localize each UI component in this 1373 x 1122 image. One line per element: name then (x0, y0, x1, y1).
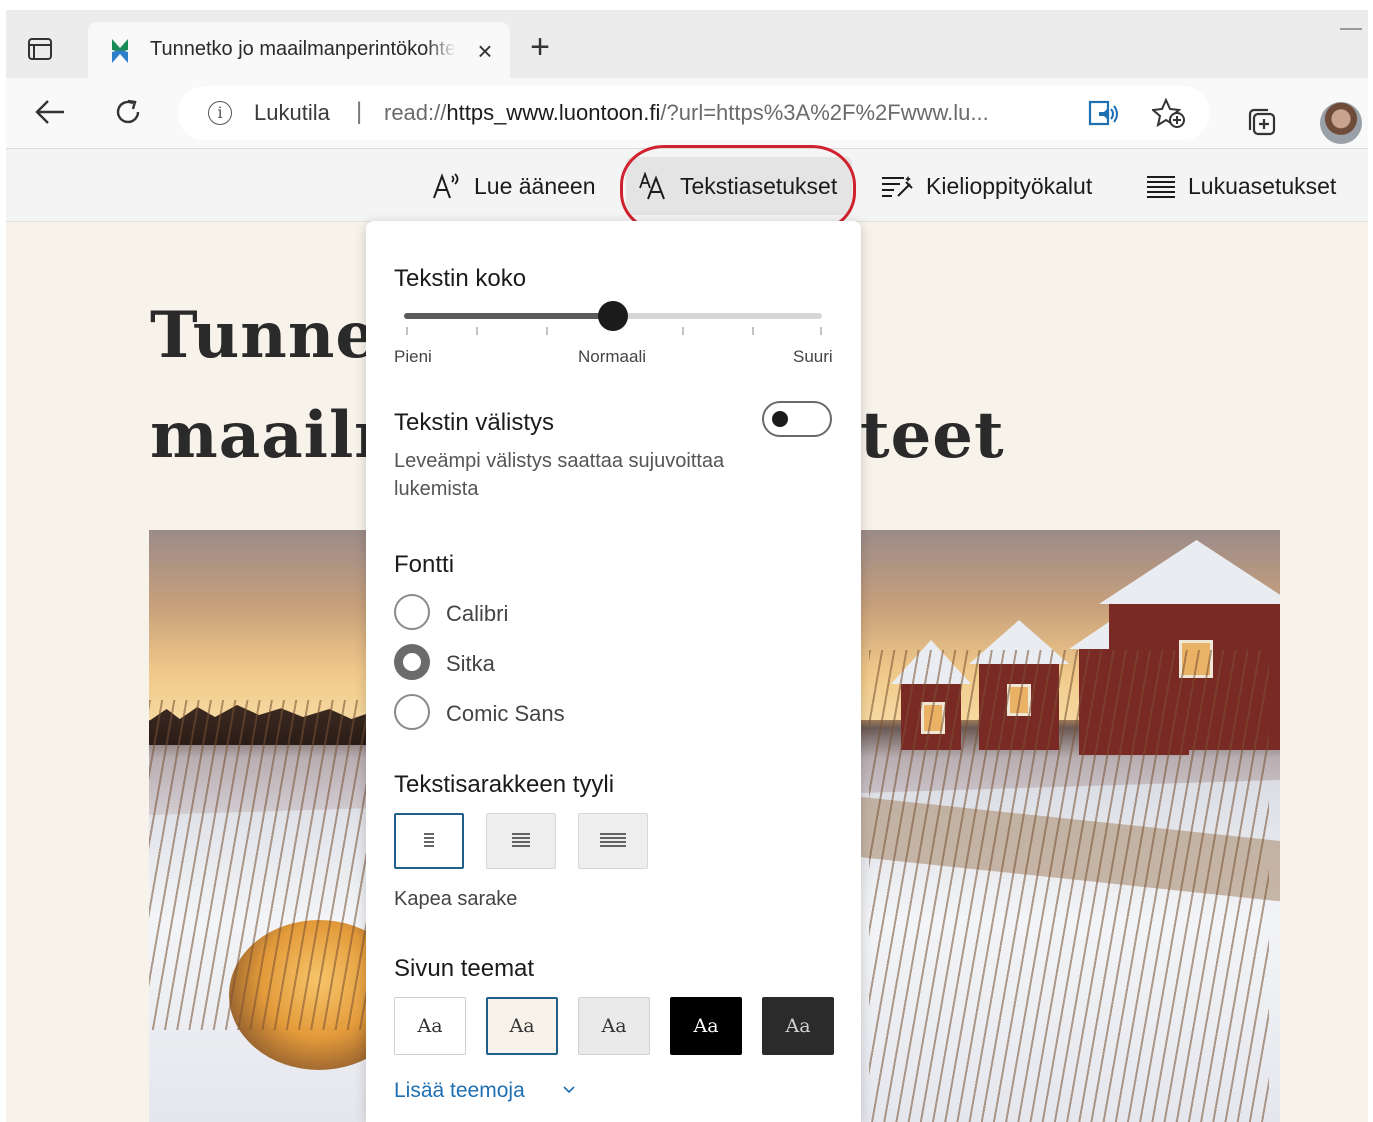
new-tab-icon[interactable]: + (524, 30, 556, 64)
more-themes-link[interactable]: Lisää teemoja (394, 1079, 525, 1103)
font-radio-comic-sans[interactable] (394, 694, 430, 730)
headline-line-2-end: teet (860, 398, 1005, 473)
tab-actions-icon[interactable] (28, 38, 52, 60)
info-icon[interactable]: i (208, 101, 232, 125)
text-spacing-description: Leveämpi välistys saattaa sujuvoittaa lu… (394, 450, 725, 500)
grammar-tools-icon (882, 176, 913, 197)
wide-column-icon (600, 833, 626, 847)
annotation-highlight-ring (620, 145, 856, 233)
medium-column-button[interactable] (486, 813, 556, 869)
font-radio-calibri[interactable] (394, 594, 430, 630)
text-size-slider[interactable] (404, 301, 822, 331)
profile-avatar[interactable] (1320, 102, 1362, 144)
slider-tick (752, 327, 754, 335)
font-option-sitka[interactable]: Sitka (446, 651, 495, 677)
theme-dark-button[interactable]: Aa (762, 997, 834, 1055)
text-size-slider-thumb[interactable] (598, 301, 628, 331)
slider-tick (406, 327, 408, 335)
reading-preferences-icon (1147, 176, 1175, 198)
minimize-icon[interactable] (1340, 28, 1362, 30)
text-size-slider-fill (404, 313, 613, 319)
column-style-heading: Tekstisarakkeen tyyli (394, 771, 615, 798)
browser-window: Tunnetko jo maailmanperintökohteet × + i… (6, 10, 1368, 1122)
url-prefix: read:// (384, 100, 447, 125)
slider-tick (682, 327, 684, 335)
font-radio-sitka[interactable] (394, 644, 430, 680)
url-path: /?url=https%3A%2F%2Fwww.lu... (660, 100, 989, 125)
chevron-down-icon[interactable] (562, 1083, 576, 1097)
immersive-reader-icon[interactable] (1088, 100, 1120, 126)
slider-tick (820, 327, 822, 335)
text-size-mid-label: Normaali (578, 347, 647, 366)
theme-gray-button[interactable]: Aa (578, 997, 650, 1055)
medium-column-icon (512, 833, 530, 847)
reading-preferences-label: Lukuasetukset (1188, 172, 1337, 199)
address-url[interactable]: read://https_www.luontoon.fi/?url=https%… (384, 100, 1084, 126)
narrow-column-icon (424, 833, 434, 847)
text-size-heading: Tekstin koko (394, 265, 527, 292)
add-favorite-icon[interactable] (1150, 97, 1186, 128)
font-option-calibri[interactable]: Calibri (446, 601, 508, 627)
wide-column-button[interactable] (578, 813, 648, 869)
slider-tick (476, 327, 478, 335)
font-option-comic-sans[interactable]: Comic Sans (446, 701, 565, 727)
grammar-tools-button[interactable]: Kielioppityökalut (880, 169, 1092, 203)
headline-line-2-start: maailr (150, 398, 389, 473)
reading-mode-label: Lukutila (254, 100, 330, 125)
address-separator: | (356, 98, 363, 125)
text-settings-panel: Tekstin koko Pieni Normaali Suuri Teksti… (366, 221, 861, 1122)
navigation-bar: i Lukutila | read://https_www.luontoon.f… (6, 78, 1368, 149)
headline-line-1: Tunne (150, 298, 378, 373)
url-domain: https_www.luontoon.fi (446, 100, 661, 125)
read-aloud-icon (433, 173, 459, 199)
refresh-icon[interactable] (110, 94, 146, 130)
article-headline: Tunne maailr teet (150, 286, 1004, 486)
read-aloud-label: Lue ääneen (474, 172, 596, 199)
theme-sepia-button[interactable]: Aa (486, 997, 558, 1055)
theme-black-button[interactable]: Aa (670, 997, 742, 1055)
narrow-column-button[interactable] (394, 813, 464, 869)
text-spacing-toggle[interactable] (762, 401, 832, 437)
site-favicon-icon (110, 38, 130, 64)
close-tab-icon[interactable]: × (472, 38, 498, 64)
text-size-max-label: Suuri (793, 347, 833, 366)
toggle-knob (772, 411, 788, 427)
read-aloud-button[interactable]: Lue ääneen (432, 169, 596, 203)
reading-preferences-button[interactable]: Lukuasetukset (1146, 169, 1336, 203)
page-themes-heading: Sivun teemat (394, 955, 535, 982)
browser-tab[interactable]: Tunnetko jo maailmanperintökohteet × (88, 22, 510, 78)
back-icon[interactable] (32, 94, 68, 130)
text-spacing-heading: Tekstin välistys (394, 409, 555, 436)
font-heading: Fontti (394, 551, 455, 578)
theme-white-button[interactable]: Aa (394, 997, 466, 1055)
column-style-selected-label: Kapea sarake (394, 888, 518, 910)
text-size-min-label: Pieni (394, 347, 432, 366)
collections-icon[interactable] (1246, 108, 1276, 136)
address-bar[interactable]: i Lukutila | read://https_www.luontoon.f… (178, 86, 1210, 140)
grammar-tools-label: Kielioppityökalut (926, 172, 1093, 199)
tab-title: Tunnetko jo maailmanperintökohteet (150, 38, 456, 61)
slider-tick (546, 327, 548, 335)
tab-strip: Tunnetko jo maailmanperintökohteet × + (6, 10, 1368, 78)
